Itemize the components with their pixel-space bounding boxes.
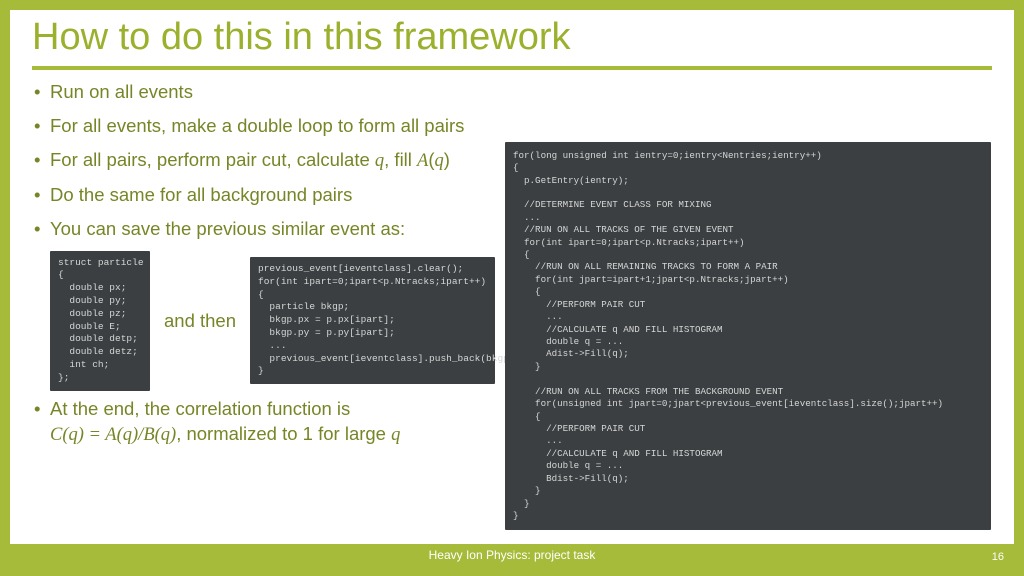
bullet-text: Do the same for all background pairs xyxy=(50,184,352,205)
math-q: q xyxy=(435,151,444,171)
slide-body: Run on all events For all events, make a… xyxy=(10,70,1014,500)
bullet-text: ) xyxy=(444,149,450,170)
code-main-loop: for(long unsigned int ientry=0;ientry<Ne… xyxy=(505,142,991,531)
math-q: q xyxy=(391,425,400,445)
code-copy-event: previous_event[ieventclass].clear(); for… xyxy=(250,257,495,384)
footer-bar: Heavy Ion Physics: project task 16 xyxy=(10,544,1014,566)
bullet-text: You can save the previous similar event … xyxy=(50,218,405,239)
math-A: A xyxy=(417,151,428,171)
bullet-text: Run on all events xyxy=(50,81,193,102)
bullet-item: Run on all events xyxy=(32,80,992,105)
bullet-text: For all pairs, perform pair cut, calcula… xyxy=(50,149,375,170)
bullet-item: For all events, make a double loop to fo… xyxy=(32,114,992,139)
math-correlation: C(q) = A(q)/B(q) xyxy=(50,425,176,445)
slide: How to do this in this framework Run on … xyxy=(0,0,1024,576)
and-then-label: and then xyxy=(164,310,236,332)
math-q: q xyxy=(375,151,384,171)
code-struct: struct particle { double px; double py; … xyxy=(50,251,150,391)
bullet-text: , normalized to 1 for large xyxy=(176,423,391,444)
slide-title: How to do this in this framework xyxy=(32,16,992,64)
bullet-text: At the end, the correlation function is xyxy=(50,398,350,419)
bullet-text: , fill xyxy=(384,149,417,170)
page-number: 16 xyxy=(992,551,1004,563)
title-area: How to do this in this framework xyxy=(10,10,1014,70)
bullet-text: For all events, make a double loop to fo… xyxy=(50,115,464,136)
footer-label: Heavy Ion Physics: project task xyxy=(429,548,596,562)
